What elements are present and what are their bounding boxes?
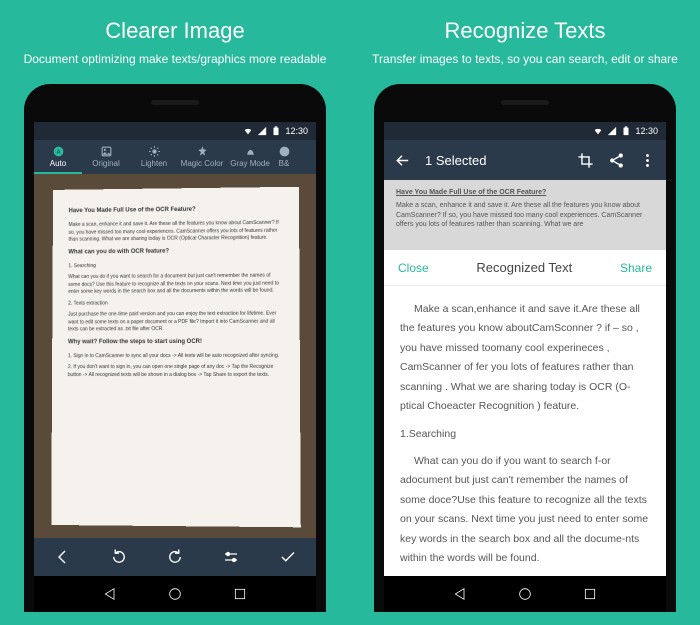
mode-gray[interactable]: Gray Mode	[226, 140, 274, 174]
scanned-paper: Have You Made Full Use of the OCR Featur…	[51, 187, 301, 527]
edit-bottombar	[34, 538, 316, 576]
appbar: 1 Selected	[384, 140, 666, 180]
statusbar-time: 12:30	[285, 126, 308, 136]
share-icon[interactable]	[608, 152, 625, 169]
arrow-back-icon[interactable]	[394, 152, 411, 169]
statusbar: 12:30	[34, 122, 316, 140]
statusbar: 12:30	[384, 122, 666, 140]
recognized-text-body[interactable]: Make a scan,enhance it and save it.Are t…	[384, 286, 666, 576]
lighten-icon	[148, 145, 161, 158]
close-button[interactable]: Close	[398, 261, 429, 275]
signal-icon	[257, 126, 267, 136]
arrow-left-icon	[53, 548, 71, 566]
recognized-section: 1.Searching	[400, 425, 650, 444]
wifi-icon	[593, 126, 603, 136]
nav-back-icon[interactable]	[102, 586, 118, 602]
gray-icon	[244, 145, 257, 158]
rotate-right-button[interactable]	[163, 545, 187, 569]
nav-home-icon[interactable]	[167, 586, 183, 602]
phone-speaker	[501, 100, 549, 105]
bw-icon	[278, 145, 291, 158]
phone-speaker	[151, 100, 199, 105]
more-icon[interactable]	[639, 152, 656, 169]
sliders-icon	[222, 548, 240, 566]
mode-bw[interactable]: B&	[274, 140, 294, 174]
nav-home-icon[interactable]	[517, 586, 533, 602]
battery-icon	[271, 126, 281, 136]
nav-recent-icon[interactable]	[232, 586, 248, 602]
wifi-icon	[243, 126, 253, 136]
phone-frame-right: 12:30 1 Selected Have You Made Full Use …	[374, 84, 676, 612]
rotate-left-icon	[110, 548, 128, 566]
doc-preview-dimmed: Have You Made Full Use of the OCR Featur…	[384, 180, 666, 250]
screen-left: 12:30 A Auto Original Lighten Mag	[34, 122, 316, 612]
appbar-title: 1 Selected	[425, 153, 563, 168]
back-button[interactable]	[50, 545, 74, 569]
rotate-left-button[interactable]	[107, 545, 131, 569]
mode-original[interactable]: Original	[82, 140, 130, 174]
phone-frame-left: 12:30 A Auto Original Lighten Mag	[24, 84, 326, 612]
battery-icon	[621, 126, 631, 136]
rotate-right-icon	[166, 548, 184, 566]
sheet-title: Recognized Text	[476, 260, 572, 275]
nav-back-icon[interactable]	[452, 586, 468, 602]
enhance-toolbar: A Auto Original Lighten Magic Color	[34, 140, 316, 174]
heading-left: Clearer Image	[105, 18, 244, 44]
adjust-button[interactable]	[219, 545, 243, 569]
mode-lighten[interactable]: Lighten	[130, 140, 178, 174]
original-icon	[100, 145, 113, 158]
check-icon	[279, 548, 297, 566]
auto-icon: A	[52, 145, 65, 158]
crop-icon[interactable]	[577, 152, 594, 169]
magic-icon	[196, 145, 209, 158]
sheet-header: Close Recognized Text Share	[384, 250, 666, 286]
subheading-right: Transfer images to texts, so you can sea…	[372, 52, 678, 66]
heading-right: Recognize Texts	[444, 18, 605, 44]
android-navbar	[384, 576, 666, 612]
panel-recognize-texts: Recognize Texts Transfer images to texts…	[350, 0, 700, 625]
statusbar-time: 12:30	[635, 126, 658, 136]
recognized-paragraph: Make a scan,enhance it and save it.Are t…	[400, 300, 650, 417]
signal-icon	[607, 126, 617, 136]
nav-recent-icon[interactable]	[582, 586, 598, 602]
confirm-button[interactable]	[276, 545, 300, 569]
panel-clearer-image: Clearer Image Document optimizing make t…	[0, 0, 350, 625]
screen-right: 12:30 1 Selected Have You Made Full Use …	[384, 122, 666, 612]
share-button[interactable]: Share	[620, 261, 652, 275]
subheading-left: Document optimizing make texts/graphics …	[24, 52, 327, 66]
document-preview[interactable]: Have You Made Full Use of the OCR Featur…	[34, 174, 316, 538]
mode-magic-color[interactable]: Magic Color	[178, 140, 226, 174]
svg-text:A: A	[56, 149, 60, 155]
android-navbar	[34, 576, 316, 612]
mode-auto[interactable]: A Auto	[34, 140, 82, 174]
recognized-paragraph: What can you do if you want to search f-…	[400, 452, 650, 569]
